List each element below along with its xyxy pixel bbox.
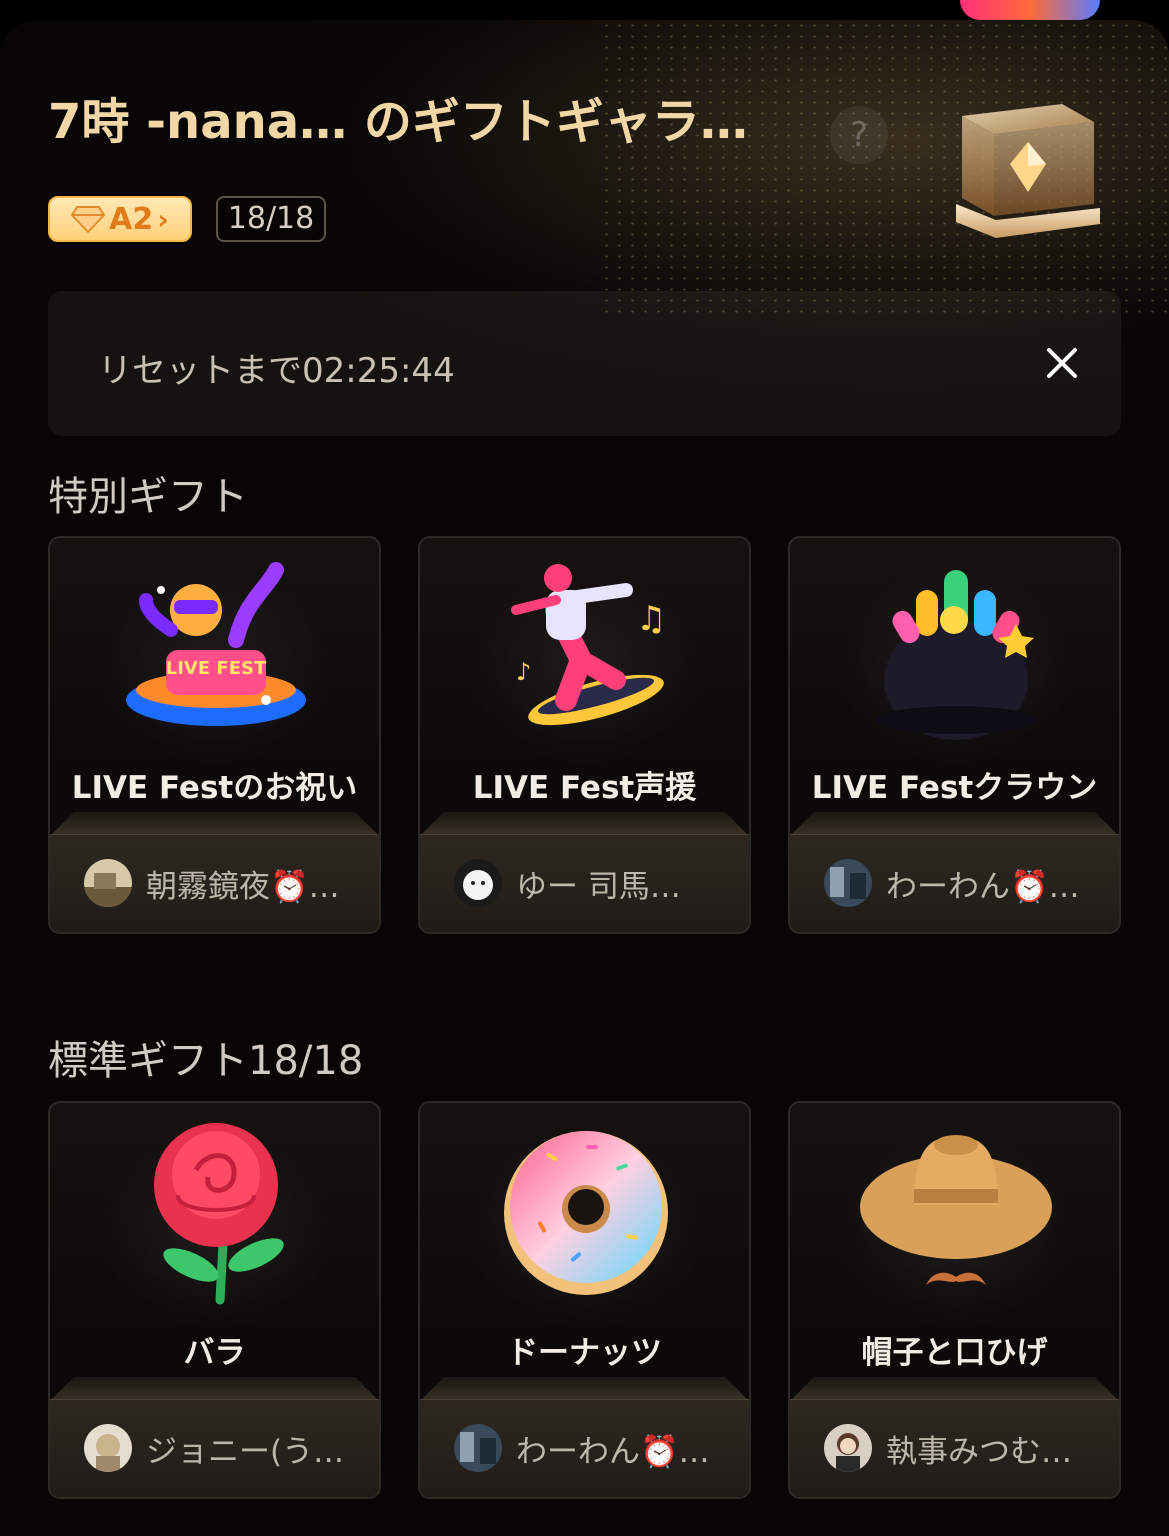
card-shelf (790, 1377, 1119, 1401)
sender-avatar (824, 859, 872, 907)
gallery-trophy-icon (956, 104, 1100, 238)
reset-countdown: リセットまで02:25:44 (98, 351, 455, 391)
hat-mustache-icon (860, 1135, 1052, 1285)
standard-gifts-title: 標準ギフト18/18 (48, 1038, 364, 1084)
card-footer: わーわん⏰… (420, 1399, 749, 1497)
card-footer: ジョニー(う… (50, 1399, 379, 1497)
gift-name: LIVE Festクラウン (811, 770, 1098, 806)
level-badge-label: A2 (109, 201, 154, 237)
gift-name: LIVE Fest声援 (472, 770, 697, 806)
level-badge[interactable]: A2 › (48, 196, 192, 242)
gift-card-donut[interactable]: ドーナッツ わーわん⏰… (418, 1101, 751, 1499)
svg-text:♪: ♪ (516, 658, 531, 686)
card-footer: ゆー 司馬… (420, 834, 749, 932)
sender-avatar (84, 859, 132, 907)
reset-banner: リセットまで02:25:44 (48, 291, 1121, 436)
donut-icon (504, 1131, 668, 1295)
top-decoration (960, 0, 1100, 20)
gift-card-rose[interactable]: バラ ジョニー(う… (48, 1101, 381, 1499)
card-shelf (790, 812, 1119, 836)
sender-avatar (454, 859, 502, 907)
card-footer: 朝霧鏡夜⏰… (50, 834, 379, 932)
card-footer: 執事みつむ… (790, 1399, 1119, 1497)
gift-card-live-fest-cheer[interactable]: ♫ ♪ LIVE Fest声援 ゆー 司馬… (418, 536, 751, 934)
card-shelf (420, 812, 749, 836)
sender-name: 執事みつむ… (886, 1434, 1072, 1470)
gift-count-badge: 18/18 (216, 196, 326, 242)
live-fest-celebration-icon: LIVE FEST (126, 562, 306, 726)
card-footer: わーわん⏰… (790, 834, 1119, 932)
sender-name: ジョニー(う… (146, 1434, 345, 1470)
gift-name: LIVE Festのお祝い (71, 770, 358, 806)
gift-name: ドーナッツ (507, 1335, 662, 1371)
sender-avatar (824, 1424, 872, 1472)
page-title: 7時 -nana… のギフトギャラ… (48, 94, 748, 150)
chevron-right-icon: › (157, 202, 169, 236)
sender-avatar (84, 1424, 132, 1472)
svg-text:LIVE FEST: LIVE FEST (166, 658, 267, 679)
gift-gallery-panel: 7時 -nana… のギフトギャラ… ? A2 › 18/18 リセットまで02… (0, 20, 1169, 1536)
card-shelf (50, 1377, 379, 1401)
help-button[interactable]: ? (830, 106, 888, 164)
sender-name: ゆー 司馬… (516, 869, 681, 905)
live-fest-cheer-icon: ♫ ♪ (511, 564, 666, 726)
special-gifts-title: 特別ギフト (48, 474, 248, 520)
rose-icon (154, 1123, 284, 1305)
card-shelf (420, 1377, 749, 1401)
sender-name: 朝霧鏡夜⏰… (146, 869, 340, 905)
card-shelf (50, 812, 379, 836)
gift-card-live-fest-crown[interactable]: LIVE Festクラウン わーわん⏰… (788, 536, 1121, 934)
sender-name: わーわん⏰… (886, 869, 1080, 905)
svg-text:♫: ♫ (636, 599, 666, 639)
live-fest-crown-icon (876, 570, 1036, 740)
close-icon[interactable] (1038, 339, 1086, 387)
sender-avatar (454, 1424, 502, 1472)
diamond-icon (71, 206, 106, 233)
gift-name: バラ (183, 1335, 246, 1371)
gift-card-live-fest-celebration[interactable]: LIVE FEST LIVE Festのお祝い 朝霧鏡夜⏰… (48, 536, 381, 934)
gift-name: 帽子と口ひげ (861, 1335, 1048, 1371)
gift-card-hat-mustache[interactable]: 帽子と口ひげ 執事みつむ… (788, 1101, 1121, 1499)
sender-name: わーわん⏰… (516, 1434, 710, 1470)
